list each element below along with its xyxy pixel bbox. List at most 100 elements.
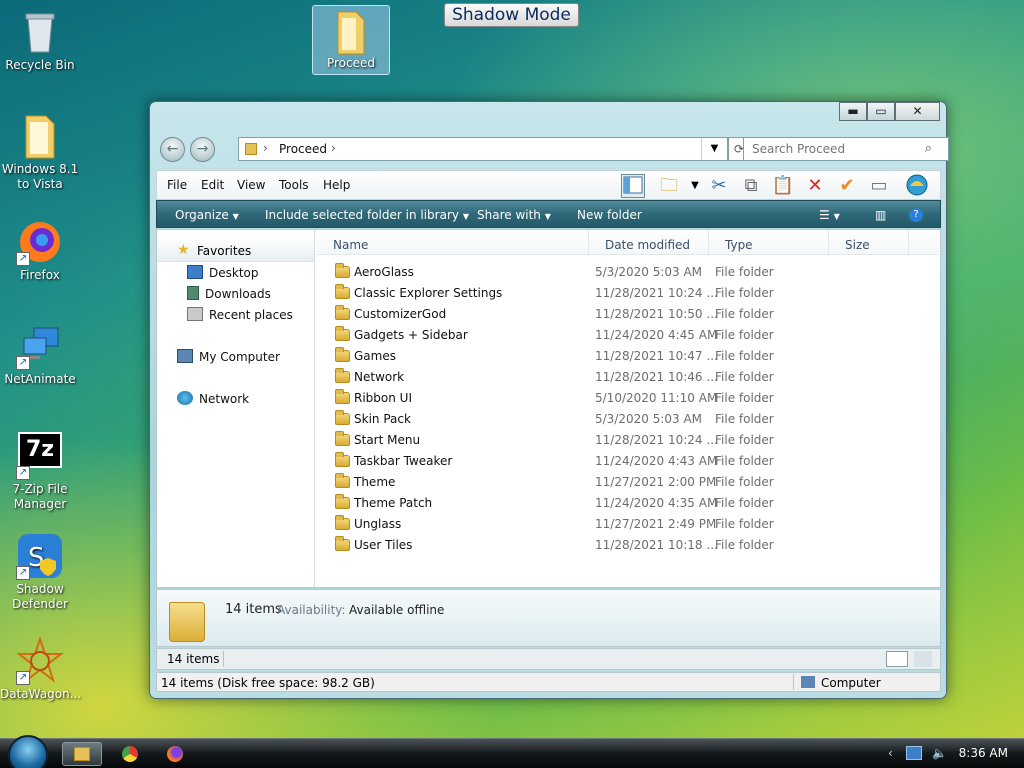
menu-tools[interactable]: Tools [279,178,309,192]
minimize-button[interactable]: ▬ [839,102,867,121]
breadcrumb-proceed[interactable]: Proceed [279,142,327,156]
file-type: File folder [715,454,774,468]
menu-view[interactable]: View [237,178,265,192]
view-options-icon[interactable]: ☰ ▼ [819,208,840,222]
file-row[interactable]: User Tiles 11/28/2021 10:18 ... File folde… [317,535,937,556]
file-row[interactable]: CustomizerGod 11/28/2021 10:50 ... File fo… [317,304,937,325]
share-with-button[interactable]: Share with ▼ [477,208,551,222]
folder-check-icon[interactable]: 🗀 [657,174,681,198]
folder-icon [335,347,350,362]
column-header-name[interactable]: Name [317,230,589,255]
file-row[interactable]: Network 11/28/2021 10:46 ... File folder [317,367,937,388]
shortcut-arrow-icon: ↗ [16,671,30,685]
tiles-view-icon[interactable] [914,651,932,667]
desktop-icon-7zip[interactable]: 7z ↗ 7-Zip File Manager [0,432,80,512]
forward-button[interactable]: → [190,137,215,162]
nav-item-recent-places[interactable]: Recent places [187,307,293,322]
nav-item-downloads[interactable]: Downloads [187,286,271,301]
folder-icon [335,389,350,404]
folder-icon [335,473,350,488]
column-header-type[interactable]: Type [709,230,829,255]
desktop-icon-recycle-bin[interactable]: Recycle Bin [0,8,80,73]
desktop-icon-firefox[interactable]: ↗ Firefox [0,218,80,283]
menu-edit[interactable]: Edit [201,178,224,192]
help-icon[interactable]: ? [909,208,923,222]
menu-help[interactable]: Help [323,178,350,192]
downloads-icon [187,286,199,300]
file-type: File folder [715,412,774,426]
file-row[interactable]: Theme Patch 11/24/2020 4:35 AM File folder [317,493,937,514]
shell-icon[interactable] [905,174,929,198]
taskbar-explorer-button[interactable] [62,742,102,766]
details-view-icon[interactable] [886,651,908,667]
tray-expand-icon[interactable]: ‹ [888,746,893,760]
file-date: 5/10/2020 11:10 AM [595,391,718,405]
file-row[interactable]: Games 11/28/2021 10:47 ... File folder [317,346,937,367]
checkmark-icon[interactable]: ✔ [835,174,859,198]
file-row[interactable]: Ribbon UI 5/10/2020 11:10 AM File folder [317,388,937,409]
preview-pane-toggle-icon[interactable]: ▥ [875,208,886,222]
volume-muted-icon[interactable]: 🔈 [932,746,947,760]
desktop-icon-label: Shadow Defender [12,582,68,611]
file-name: User Tiles [354,538,413,552]
new-folder-button[interactable]: New folder [577,208,642,222]
firefox-icon: ↗ [16,218,64,266]
desktop-icon-netanimate[interactable]: ↗ NetAnimate [0,322,80,387]
file-name: Games [354,349,396,363]
nav-item-network[interactable]: Network [177,391,249,406]
file-type: File folder [715,433,774,447]
taskbar-chrome-button[interactable] [110,742,150,766]
folder-icon [74,747,90,761]
copy-icon[interactable]: ⧉ [739,174,763,198]
include-in-library-button[interactable]: Include selected folder in library ▼ [265,208,469,222]
properties-icon[interactable]: ▭ [867,174,891,198]
file-row[interactable]: Taskbar Tweaker 11/24/2020 4:43 AM File fo… [317,451,937,472]
nav-item-label: Downloads [205,287,271,301]
nav-item-my-computer[interactable]: My Computer [177,349,280,364]
delete-icon[interactable]: ✕ [803,174,827,198]
desktop-icon-proceed[interactable]: Proceed [312,5,390,75]
start-button[interactable] [8,735,48,768]
paste-icon[interactable]: 📋 [771,174,795,198]
menu-file[interactable]: File [167,178,187,192]
file-row[interactable]: Skin Pack 5/3/2020 5:03 AM File folder [317,409,937,430]
nav-item-label: My Computer [199,350,280,364]
nav-item-desktop[interactable]: Desktop [187,265,259,280]
file-row[interactable]: Unglass 11/27/2021 2:49 PM File folder [317,514,937,535]
chevron-down-icon[interactable]: ▼ [683,174,707,198]
network-tray-icon[interactable] [906,746,922,760]
desktop-icon-windows81-to-vista[interactable]: Windows 8.1 to Vista [0,112,80,192]
preview-pane-icon[interactable] [621,174,645,198]
breadcrumb-separator[interactable]: › [331,141,336,155]
file-row[interactable]: AeroGlass 5/3/2020 5:03 AM File folder [317,262,937,283]
maximize-button[interactable]: ▭ [867,102,895,121]
folder-icon [335,284,350,299]
organize-button[interactable]: Organize ▼ [175,208,239,222]
address-dropdown-icon[interactable]: ▼ [701,138,727,160]
desktop-icon-shadow-defender[interactable]: S ↗ Shadow Defender [0,532,80,612]
column-header-date-modified[interactable]: Date modified [589,230,709,255]
file-row[interactable]: Classic Explorer Settings 11/28/2021 10:2… [317,283,937,304]
availability-value: Available offline [349,603,445,617]
file-type: File folder [715,391,774,405]
taskbar-firefox-button[interactable] [155,742,195,766]
computer-icon [801,676,815,688]
close-button[interactable]: ✕ [895,102,940,121]
favorites-header[interactable]: ★ Favorites [157,240,314,262]
computer-icon [177,349,193,363]
cut-icon[interactable]: ✂ [707,174,731,198]
file-row[interactable]: Theme 11/27/2021 2:00 PM File folder [317,472,937,493]
file-type: File folder [715,349,774,363]
file-type: File folder [715,286,774,300]
search-input[interactable] [743,137,949,161]
file-row[interactable]: Gadgets + Sidebar 11/24/2020 4:45 AM File … [317,325,937,346]
search-icon[interactable]: ⌕ [925,141,932,156]
address-bar[interactable]: › Proceed › ▼ [238,137,728,161]
star-icon: ★ [177,242,190,258]
file-row[interactable]: Start Menu 11/28/2021 10:24 ... File folde… [317,430,937,451]
clock[interactable]: 8:36 AM [959,746,1008,760]
column-header-size[interactable]: Size [829,230,909,255]
back-button[interactable]: ← [160,137,185,162]
file-name: Gadgets + Sidebar [354,328,468,342]
desktop-icon-datawagon[interactable]: ↗ DataWagon... [0,635,81,702]
